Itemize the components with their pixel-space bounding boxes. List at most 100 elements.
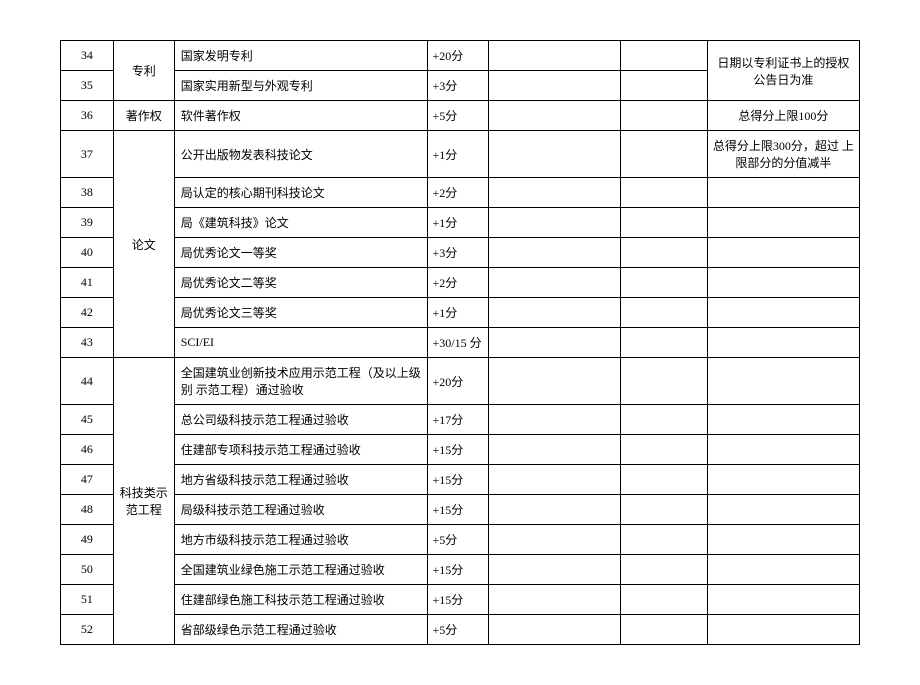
row-num: 47 [61, 465, 114, 495]
row-num: 35 [61, 71, 114, 101]
score-cell: +2分 [428, 268, 489, 298]
empty-cell [489, 435, 621, 465]
row-num: 44 [61, 358, 114, 405]
empty-cell [621, 208, 707, 238]
description-cell: 软件著作权 [174, 101, 428, 131]
category-cell: 科技类示范工程 [113, 358, 174, 645]
note-cell [707, 178, 859, 208]
empty-cell [621, 131, 707, 178]
score-cell: +17分 [428, 405, 489, 435]
note-cell [707, 525, 859, 555]
empty-cell [489, 71, 621, 101]
row-num: 49 [61, 525, 114, 555]
note-cell [707, 555, 859, 585]
table-row: 39 局《建筑科技》论文 +1分 [61, 208, 860, 238]
empty-cell [489, 238, 621, 268]
empty-cell [489, 178, 621, 208]
score-cell: +1分 [428, 131, 489, 178]
empty-cell [621, 525, 707, 555]
description-cell: 局级科技示范工程通过验收 [174, 495, 428, 525]
score-cell: +2分 [428, 178, 489, 208]
note-cell: 总得分上限100分 [707, 101, 859, 131]
row-num: 43 [61, 328, 114, 358]
score-cell: +20分 [428, 41, 489, 71]
table-row: 49 地方市级科技示范工程通过验收 +5分 [61, 525, 860, 555]
note-cell [707, 268, 859, 298]
description-cell: 总公司级科技示范工程通过验收 [174, 405, 428, 435]
table-row: 45 总公司级科技示范工程通过验收 +17分 [61, 405, 860, 435]
table-row: 50 全国建筑业绿色施工示范工程通过验收 +15分 [61, 555, 860, 585]
row-num: 40 [61, 238, 114, 268]
score-cell: +3分 [428, 71, 489, 101]
empty-cell [489, 131, 621, 178]
row-num: 37 [61, 131, 114, 178]
row-num: 50 [61, 555, 114, 585]
note-cell [707, 405, 859, 435]
description-cell: 全国建筑业创新技术应用示范工程（及以上级别 示范工程）通过验收 [174, 358, 428, 405]
row-num: 34 [61, 41, 114, 71]
score-cell: +15分 [428, 435, 489, 465]
row-num: 38 [61, 178, 114, 208]
empty-cell [621, 328, 707, 358]
note-cell [707, 615, 859, 645]
empty-cell [621, 358, 707, 405]
empty-cell [489, 268, 621, 298]
row-num: 45 [61, 405, 114, 435]
score-cell: +5分 [428, 101, 489, 131]
note-cell [707, 495, 859, 525]
empty-cell [489, 298, 621, 328]
note-cell [707, 585, 859, 615]
empty-cell [621, 298, 707, 328]
empty-cell [489, 405, 621, 435]
note-cell [707, 328, 859, 358]
empty-cell [621, 555, 707, 585]
note-cell [707, 435, 859, 465]
description-cell: 公开出版物发表科技论文 [174, 131, 428, 178]
category-cell: 著作权 [113, 101, 174, 131]
description-cell: 住建部专项科技示范工程通过验收 [174, 435, 428, 465]
description-cell: 局优秀论文二等奖 [174, 268, 428, 298]
empty-cell [621, 178, 707, 208]
table-row: 36 著作权 软件著作权 +5分 总得分上限100分 [61, 101, 860, 131]
score-cell: +1分 [428, 298, 489, 328]
row-num: 52 [61, 615, 114, 645]
description-cell: 国家实用新型与外观专利 [174, 71, 428, 101]
note-cell: 总得分上限300分，超过 上限部分的分值减半 [707, 131, 859, 178]
empty-cell [489, 328, 621, 358]
empty-cell [621, 465, 707, 495]
row-num: 39 [61, 208, 114, 238]
empty-cell [621, 585, 707, 615]
row-num: 48 [61, 495, 114, 525]
table-row: 51 住建部绿色施工科技示范工程通过验收 +15分 [61, 585, 860, 615]
empty-cell [621, 71, 707, 101]
note-cell [707, 298, 859, 328]
score-cell: +15分 [428, 465, 489, 495]
note-cell: 日期以专利证书上的授权公告日为准 [707, 41, 859, 101]
score-cell: +20分 [428, 358, 489, 405]
empty-cell [489, 525, 621, 555]
empty-cell [489, 465, 621, 495]
description-cell: 局优秀论文一等奖 [174, 238, 428, 268]
table-row: 48 局级科技示范工程通过验收 +15分 [61, 495, 860, 525]
table-row: 46 住建部专项科技示范工程通过验收 +15分 [61, 435, 860, 465]
score-cell: +15分 [428, 555, 489, 585]
description-cell: 国家发明专利 [174, 41, 428, 71]
empty-cell [489, 585, 621, 615]
empty-cell [489, 208, 621, 238]
table-row: 40 局优秀论文一等奖 +3分 [61, 238, 860, 268]
score-cell: +5分 [428, 525, 489, 555]
table-row: 37 论文 公开出版物发表科技论文 +1分 总得分上限300分，超过 上限部分的… [61, 131, 860, 178]
empty-cell [621, 101, 707, 131]
score-cell: +1分 [428, 208, 489, 238]
empty-cell [489, 555, 621, 585]
score-cell: +15分 [428, 585, 489, 615]
table-row: 43 SCI/EI +30/15 分 [61, 328, 860, 358]
score-cell: +5分 [428, 615, 489, 645]
score-cell: +15分 [428, 495, 489, 525]
note-cell [707, 238, 859, 268]
scoring-table: 34 专利 国家发明专利 +20分 日期以专利证书上的授权公告日为准 35 国家… [60, 40, 860, 645]
note-cell [707, 208, 859, 238]
empty-cell [621, 238, 707, 268]
description-cell: 全国建筑业绿色施工示范工程通过验收 [174, 555, 428, 585]
note-cell [707, 358, 859, 405]
